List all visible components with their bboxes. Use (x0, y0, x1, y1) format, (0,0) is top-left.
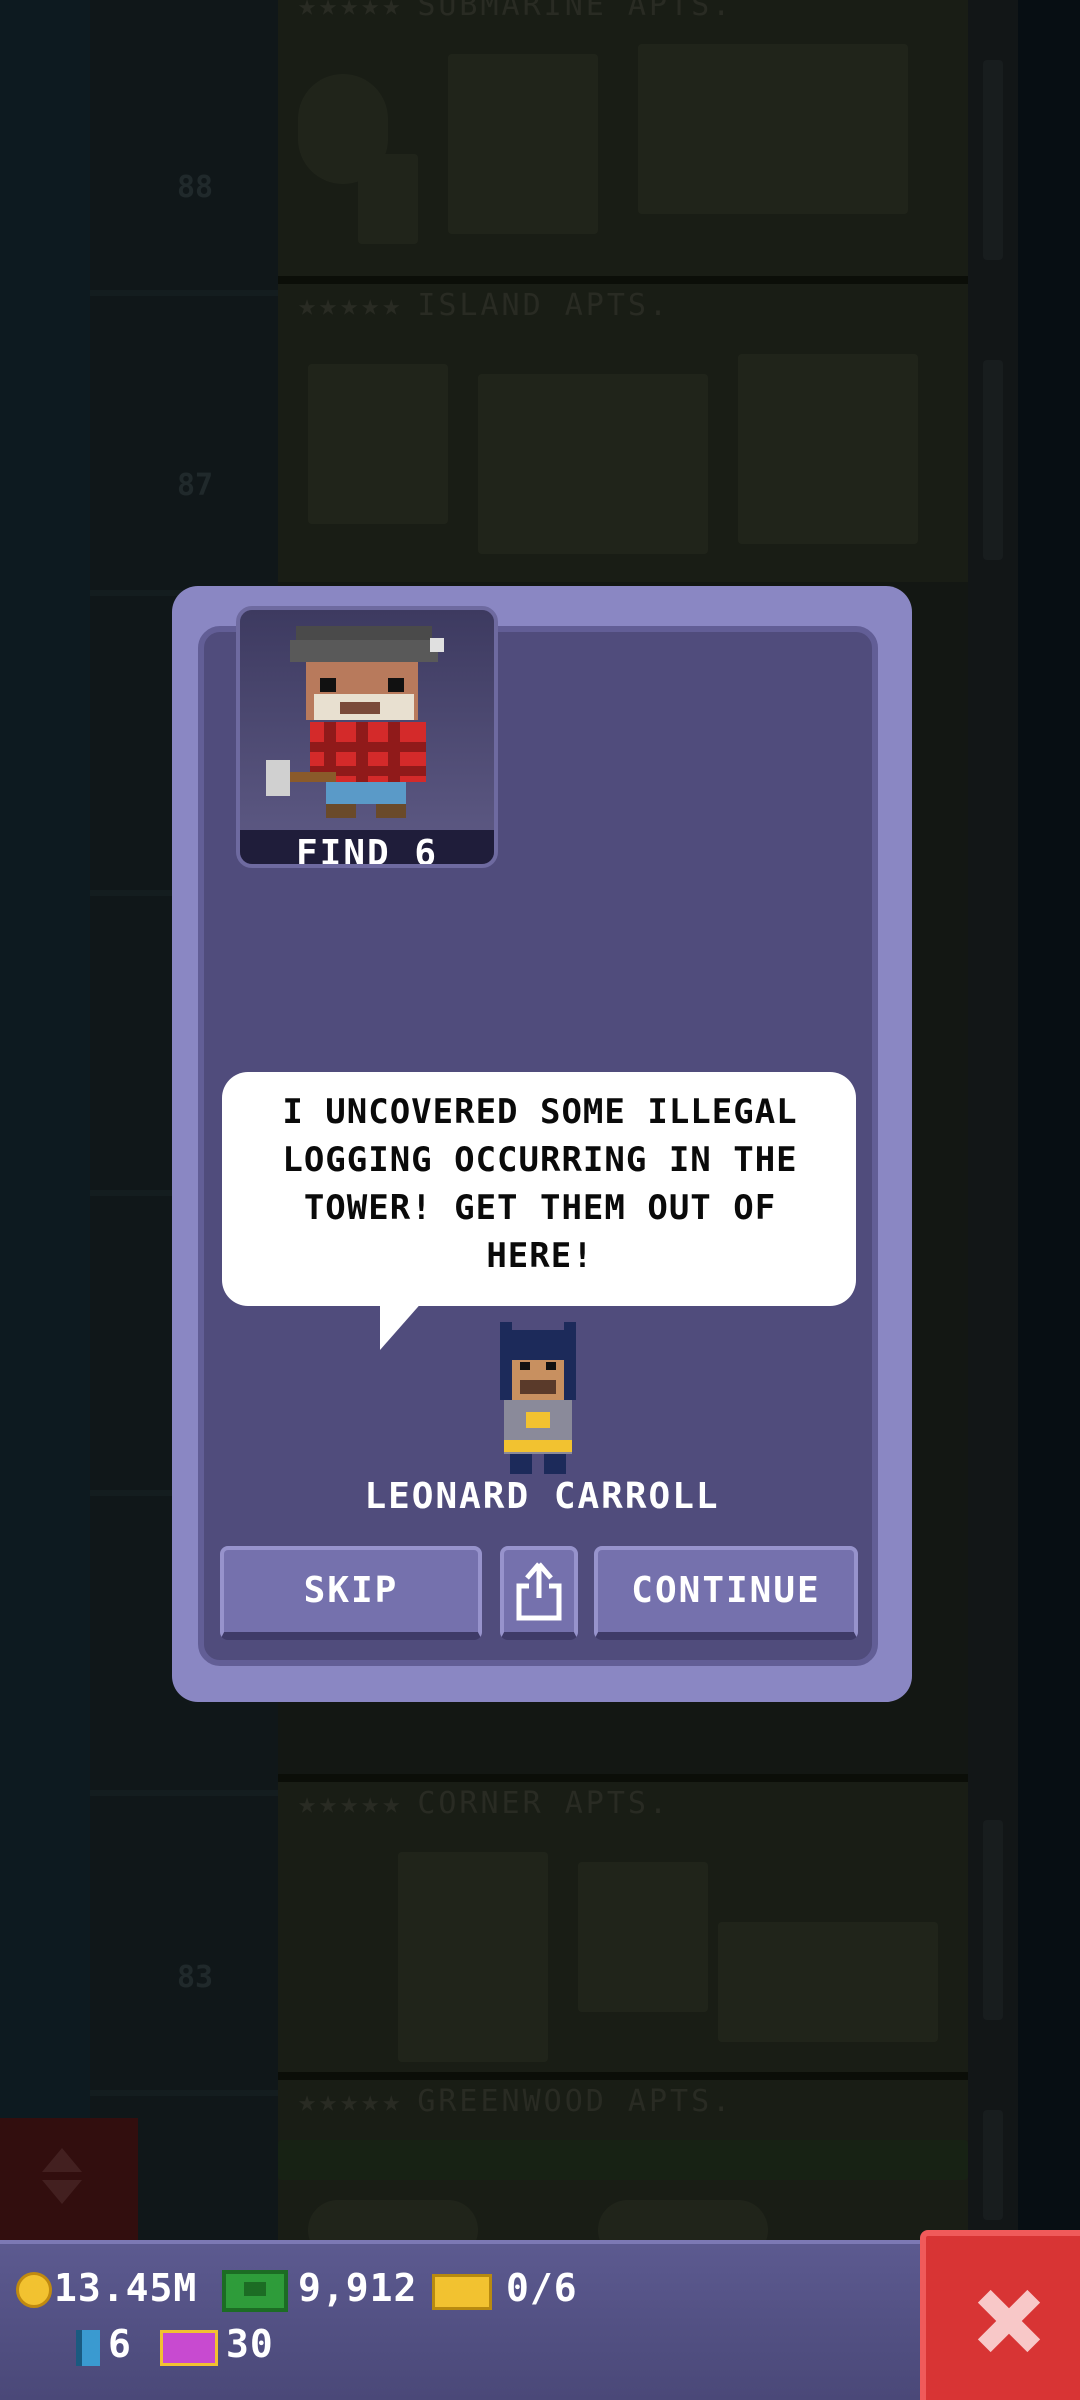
bux-cash-value: 9,912 (298, 2266, 418, 2310)
floor-label: SUBMARINE APTS. (417, 0, 734, 23)
floor-label: ISLAND APTS. (417, 288, 671, 323)
floor-label: GREENWOOD APTS. (417, 2084, 734, 2119)
find-count-label: FIND 6 (240, 830, 494, 864)
tickets-value: 0/6 (506, 2266, 578, 2310)
lumberjack-icon (266, 626, 444, 818)
elevator-up-icon (42, 2148, 82, 2172)
coins-value: 13.45M (54, 2266, 198, 2310)
floor-number: 88 (176, 170, 214, 205)
elevator-down-icon (42, 2180, 82, 2204)
tower-bux-icon (160, 2330, 218, 2366)
speaker-name: LEONARD CARROLL (364, 1476, 720, 1517)
target-portrait: FIND 6 (236, 606, 498, 868)
floor-stars: ★★★★★ (298, 0, 404, 23)
floor-island-apts[interactable]: ★★★★★ ISLAND APTS. (278, 276, 968, 582)
floor-stars: ★★★★★ (298, 1786, 404, 1821)
skip-button[interactable]: SKIP (220, 1546, 482, 1640)
share-icon (516, 1562, 562, 1621)
tower-bux-value: 30 (226, 2322, 274, 2366)
floor-stars: ★★★★★ (298, 2084, 404, 2119)
bitizens-value: 6 (108, 2322, 132, 2366)
bitizen-icon (76, 2330, 100, 2366)
continue-button[interactable]: CONTINUE (594, 1546, 858, 1640)
ticket-icon (432, 2274, 492, 2310)
floor-number: 87 (176, 468, 214, 503)
share-button[interactable] (500, 1546, 578, 1640)
speaker-avatar (500, 1322, 576, 1474)
mission-speech-text: I UNCOVERED SOME ILLEGAL LOGGING OCCURRI… (282, 1092, 798, 1276)
speech-bubble-tail (380, 1300, 424, 1350)
elevator-control[interactable] (0, 2118, 138, 2240)
floor-number: 83 (176, 1960, 214, 1995)
floor-stars: ★★★★★ (298, 288, 404, 323)
close-button[interactable] (920, 2230, 1080, 2400)
tower-edge (1018, 0, 1080, 2240)
floor-submarine-apts[interactable]: ★★★★★ SUBMARINE APTS. (278, 0, 968, 282)
floor-label: CORNER APTS. (417, 1786, 671, 1821)
coin-icon (16, 2272, 52, 2308)
bux-cash-icon (222, 2270, 288, 2312)
status-bar (0, 2240, 1080, 2400)
floor-corner-apts[interactable]: ★★★★★ CORNER APTS. (278, 1774, 968, 2080)
